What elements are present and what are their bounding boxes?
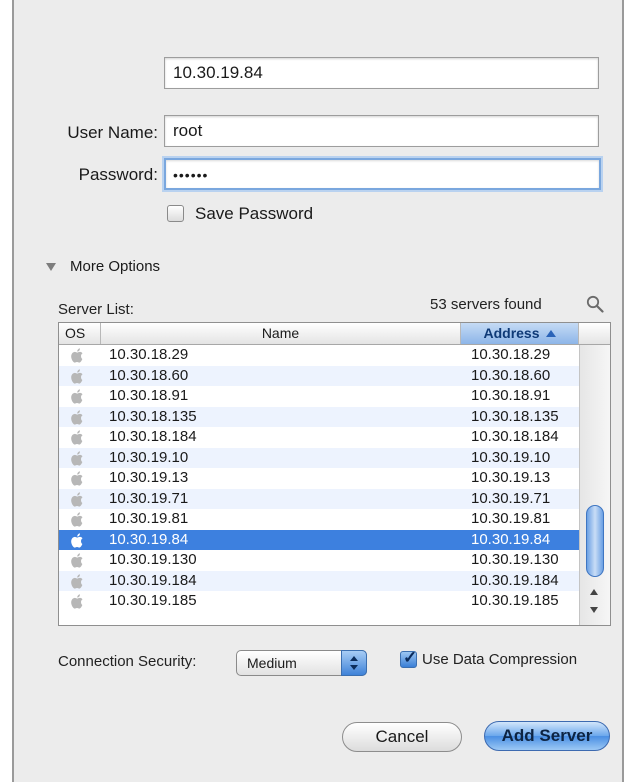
save-password-label: Save Password [195, 204, 314, 223]
table-header: OS Name Address [59, 323, 610, 345]
server-list-table[interactable]: OS Name Address 10.30.18.29 10.30.18.29 10… [58, 322, 611, 626]
cancel-button[interactable]: Cancel [342, 722, 462, 752]
apple-logo-icon [71, 553, 83, 568]
apple-logo-icon [71, 389, 83, 404]
server-name-cell: 10.30.19.71 [109, 489, 189, 507]
server-address-cell: 10.30.19.81 [471, 510, 551, 527]
apple-logo-icon [71, 348, 83, 363]
servers-found-count: 53 servers found [430, 296, 542, 313]
table-row[interactable]: 10.30.19.84 10.30.19.84 [59, 529, 579, 550]
server-name-cell: 10.30.19.130 [109, 551, 197, 568]
apple-logo-icon [71, 573, 83, 589]
server-name-cell: 10.30.19.13 [109, 469, 189, 486]
server-address-cell: 10.30.18.135 [471, 407, 559, 425]
table-row[interactable]: 10.30.18.135 10.30.18.135 [59, 406, 579, 427]
apple-logo-icon [71, 594, 83, 609]
connection-security-label: Connection Security: [58, 653, 197, 670]
column-os-header[interactable]: OS [59, 323, 101, 344]
use-data-compression-label: Use Data Compression [422, 651, 578, 668]
table-row[interactable]: 10.30.18.91 10.30.18.91 [59, 386, 579, 407]
password-input[interactable]: •••••• [164, 158, 601, 190]
column-name-header[interactable]: Name [101, 323, 461, 344]
connection-security-value: Medium [247, 655, 297, 671]
apple-logo-icon [71, 532, 83, 548]
more-options-label: More Options [70, 258, 161, 275]
save-password-checkbox[interactable] [167, 205, 184, 222]
table-body: 10.30.18.29 10.30.18.29 10.30.18.60 10.30.1… [59, 345, 579, 612]
scroll-up-arrow-icon[interactable] [590, 589, 598, 595]
table-row[interactable]: 10.30.19.10 10.30.19.10 [59, 447, 579, 468]
server-name-cell: 10.30.19.185 [109, 592, 197, 609]
server-address-cell: 10.30.19.10 [471, 448, 551, 466]
column-address-header[interactable]: Address [461, 323, 579, 344]
add-server-dialog: Server: 10.30.19.84 User Name: root Pass… [12, 0, 624, 782]
sort-ascending-icon [545, 330, 556, 337]
apple-logo-icon [71, 491, 83, 507]
add-server-button[interactable]: Add Server [484, 721, 610, 751]
table-row[interactable]: 10.30.19.71 10.30.19.71 [59, 488, 579, 509]
server-name-cell: 10.30.19.81 [109, 510, 189, 527]
checkmark-icon: ✓ [403, 648, 418, 667]
header-corner [579, 323, 610, 344]
use-data-compression-checkbox[interactable]: ✓ [400, 648, 418, 668]
server-address-cell: 10.30.18.91 [471, 387, 551, 404]
server-address-cell: 10.30.18.184 [471, 428, 559, 445]
server-name-cell: 10.30.18.91 [109, 387, 189, 404]
server-name-cell: 10.30.19.184 [109, 571, 197, 589]
apple-logo-icon [71, 471, 83, 486]
server-address-cell: 10.30.19.185 [471, 592, 559, 609]
apple-logo-icon [71, 368, 83, 384]
more-options-disclosure[interactable]: More Options [46, 258, 160, 275]
server-address-cell: 10.30.18.29 [471, 346, 551, 363]
server-address-cell: 10.30.18.60 [471, 366, 551, 384]
server-name-cell: 10.30.18.135 [109, 407, 197, 425]
table-row[interactable]: 10.30.18.184 10.30.18.184 [59, 427, 579, 448]
table-row[interactable]: 10.30.18.60 10.30.18.60 [59, 365, 579, 386]
scrollbar-thumb[interactable] [586, 505, 604, 577]
username-label: User Name: [67, 123, 158, 142]
apple-logo-icon [71, 409, 83, 425]
popup-arrows-icon [341, 650, 367, 676]
table-row[interactable]: 10.30.18.29 10.30.18.29 [59, 345, 579, 366]
apple-logo-icon [71, 450, 83, 466]
server-name-cell: 10.30.18.184 [109, 428, 197, 445]
table-row[interactable]: 10.30.19.184 10.30.19.184 [59, 570, 579, 591]
server-list-label: Server List: [58, 301, 134, 318]
server-address-cell: 10.30.19.71 [471, 489, 551, 507]
table-row[interactable]: 10.30.19.13 10.30.19.13 [59, 468, 579, 489]
vertical-scrollbar[interactable] [579, 345, 610, 625]
scroll-down-arrow-icon[interactable] [590, 607, 598, 613]
table-row[interactable]: 10.30.19.130 10.30.19.130 [59, 550, 579, 571]
server-name-cell: 10.30.19.10 [109, 448, 189, 466]
server-address-cell: 10.30.19.84 [471, 530, 551, 548]
password-label: Password: [78, 165, 158, 184]
disclosure-triangle-icon [46, 262, 56, 271]
server-name-cell: 10.30.19.84 [109, 530, 189, 548]
server-name-cell: 10.30.18.60 [109, 366, 189, 384]
table-row[interactable]: 10.30.19.81 10.30.19.81 [59, 509, 579, 530]
apple-logo-icon [71, 512, 83, 527]
server-input[interactable]: 10.30.19.84 [164, 57, 599, 89]
server-address-cell: 10.30.19.130 [471, 551, 559, 568]
connection-security-popup[interactable]: Medium [236, 650, 367, 676]
table-row[interactable]: 10.30.19.185 10.30.19.185 [59, 591, 579, 612]
username-input[interactable]: root [164, 115, 599, 147]
search-icon[interactable] [586, 295, 604, 313]
server-name-cell: 10.30.18.29 [109, 346, 189, 363]
apple-logo-icon [71, 430, 83, 445]
server-address-cell: 10.30.19.13 [471, 469, 551, 486]
column-address-label: Address [483, 325, 540, 341]
server-address-cell: 10.30.19.184 [471, 571, 559, 589]
